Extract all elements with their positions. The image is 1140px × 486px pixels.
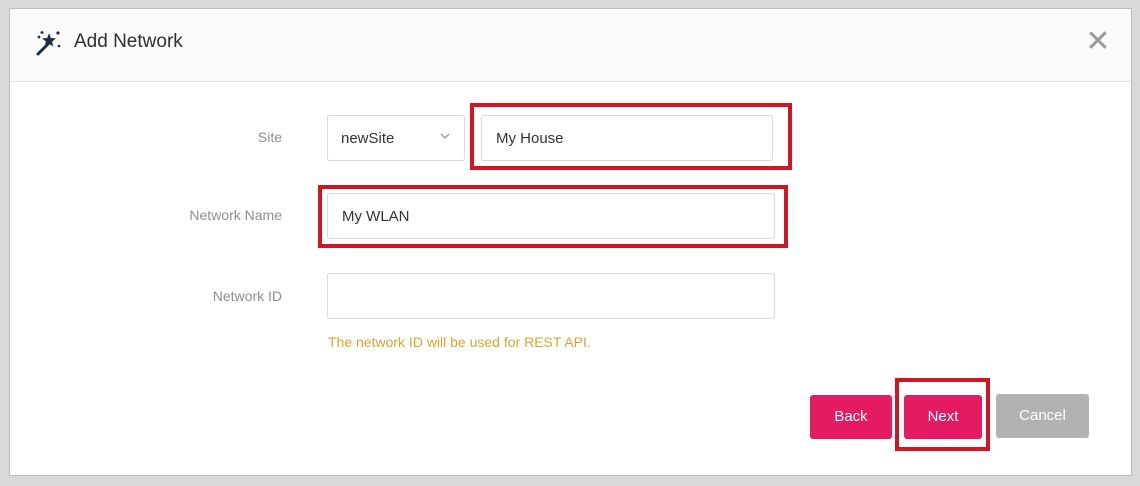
site-select[interactable]: newSite [327, 115, 465, 161]
network-id-hint: The network ID will be used for REST API… [328, 334, 591, 350]
network-name-highlight [318, 185, 788, 248]
network-id-input[interactable] [327, 273, 775, 319]
site-select-value: newSite [341, 130, 395, 147]
close-icon[interactable]: ✕ [1083, 27, 1113, 57]
dialog-title: Add Network [74, 31, 183, 52]
dialog-titlebar: Add Network ✕ [10, 9, 1131, 82]
add-network-dialog: Add Network ✕ Site newSite Network Name … [9, 8, 1132, 476]
cancel-button[interactable]: Cancel [996, 394, 1089, 438]
magic-wand-icon [36, 31, 61, 56]
chevron-down-icon [440, 133, 450, 139]
network-name-label: Network Name [189, 207, 282, 223]
next-button-highlight [895, 378, 990, 451]
network-id-label: Network ID [212, 288, 282, 304]
site-label: Site [257, 129, 282, 145]
back-button[interactable]: Back [810, 395, 892, 439]
site-name-highlight [470, 103, 792, 170]
